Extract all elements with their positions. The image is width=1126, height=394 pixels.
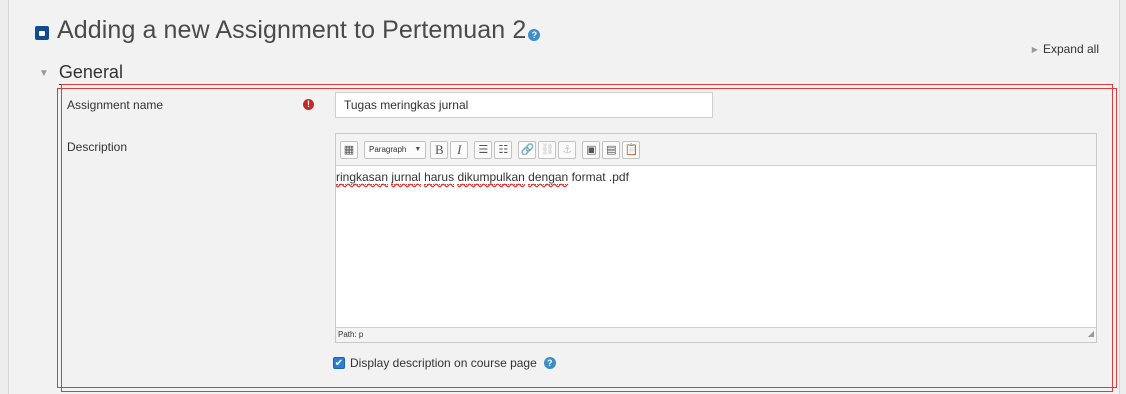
editor-path: Path: p — [338, 330, 364, 339]
page-heading: Adding a new Assignment to Pertemuan 2 ? — [35, 16, 541, 45]
chevron-down-icon: ▼ — [414, 146, 422, 153]
italic-button[interactable]: I — [450, 140, 469, 159]
caret-down-icon: ▼ — [39, 68, 49, 79]
media-button[interactable]: ▤ — [602, 140, 621, 159]
expand-all-link[interactable]: ▶ Expand all — [1032, 42, 1099, 56]
assignment-name-label: Assignment name — [67, 98, 164, 112]
unlink-button[interactable]: ⛓ — [538, 140, 557, 159]
bold-button[interactable]: B — [430, 140, 449, 159]
description-label: Description — [67, 140, 128, 154]
assignment-icon — [35, 25, 49, 40]
resize-handle-icon[interactable]: ◢ — [1088, 327, 1094, 341]
display-description-checkbox[interactable]: ✔ — [333, 357, 345, 369]
page-title: Adding a new Assignment to Pertemuan 2 — [57, 16, 527, 44]
toolbar-toggle-button[interactable]: ▦ — [340, 140, 358, 159]
anchor-button[interactable]: ⚓ — [558, 140, 577, 159]
caret-right-icon: ▶ — [1031, 44, 1038, 54]
editor-toolbar: ▦ Paragraph ▼ B I ☰ ☷ 🔗 ⛓ ⚓ ▣ ▤ 📋 — [336, 134, 1096, 166]
assignment-name-input[interactable] — [335, 92, 713, 118]
section-general-toggle[interactable]: ▼ General — [39, 62, 123, 85]
page-container: Adding a new Assignment to Pertemuan 2 ?… — [8, 0, 1120, 394]
content-word: ringkasan — [336, 170, 389, 185]
unordered-list-button[interactable]: ☰ — [474, 140, 493, 159]
link-button[interactable]: 🔗 — [518, 140, 537, 159]
content-word: format .pdf — [571, 170, 629, 184]
question-circle-icon[interactable]: ? — [543, 357, 556, 369]
editor-statusbar: Path: p ◢ — [336, 327, 1096, 342]
image-button[interactable]: ▣ — [582, 140, 601, 159]
format-select-value: Paragraph — [369, 145, 407, 154]
general-fieldset: Assignment name ! Description ▦ Paragrap… — [63, 90, 1113, 390]
question-circle-icon[interactable]: ? — [528, 28, 541, 41]
section-title: General — [58, 62, 123, 85]
content-word: dikumpulkan — [457, 170, 525, 185]
description-editor: ▦ Paragraph ▼ B I ☰ ☷ 🔗 ⛓ ⚓ ▣ ▤ 📋 ringka… — [335, 133, 1097, 343]
paste-button[interactable]: 📋 — [622, 140, 641, 159]
content-word: harus — [424, 170, 455, 185]
format-select[interactable]: Paragraph ▼ — [364, 140, 427, 159]
display-description-option: ✔ Display description on course page ? — [333, 356, 556, 370]
content-word: jurnal — [391, 170, 421, 185]
content-word: dengan — [528, 170, 569, 185]
ordered-list-button[interactable]: ☷ — [494, 140, 513, 159]
editor-content-area[interactable]: ringkasan jurnal harus dikumpulkan denga… — [336, 166, 1096, 330]
display-description-label: Display description on course page — [350, 356, 537, 370]
expand-all-label: Expand all — [1042, 42, 1099, 56]
required-icon: ! — [303, 99, 314, 110]
